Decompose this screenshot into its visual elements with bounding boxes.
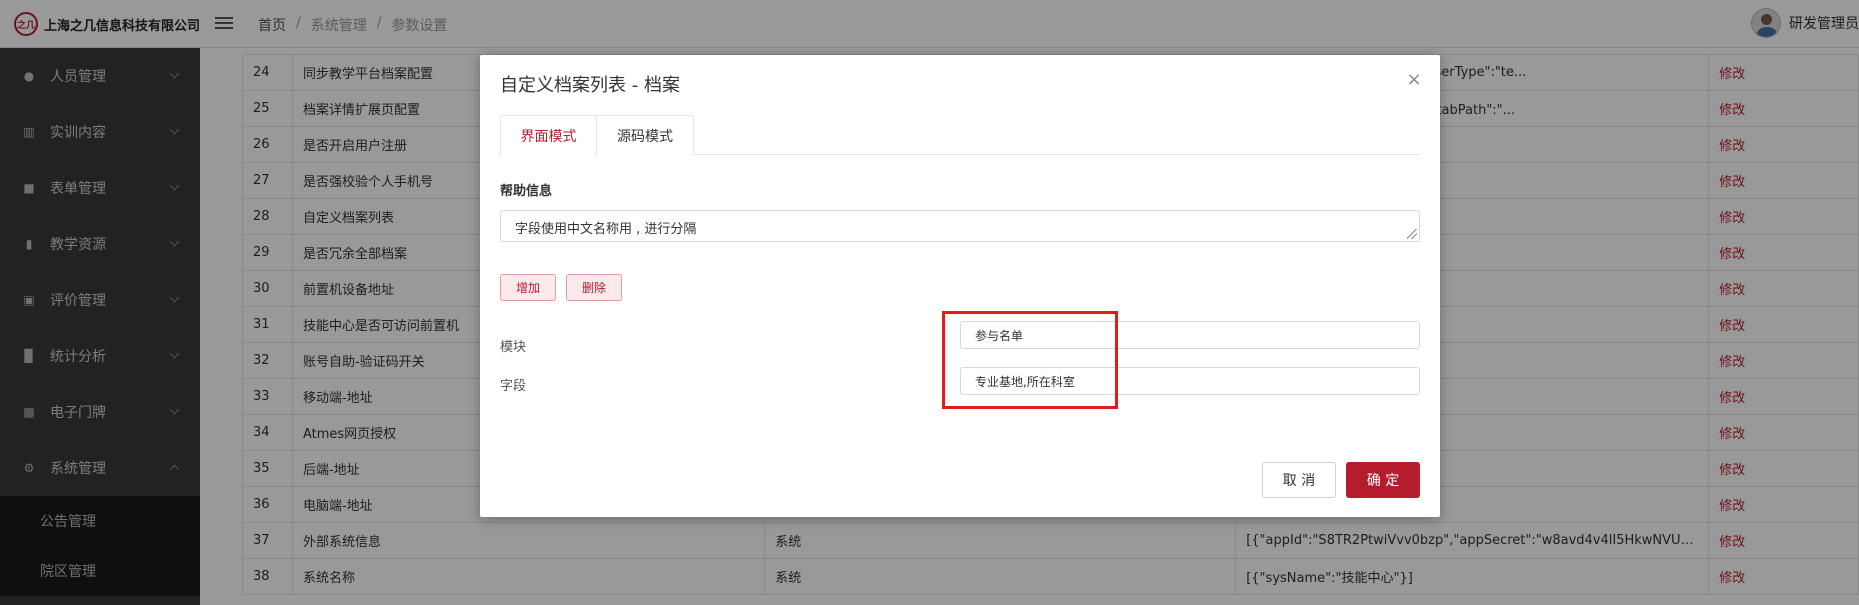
custom-archive-dialog: 自定义档案列表 - 档案 × 界面模式 源码模式 帮助信息 字段使用中文名称用 … [480,55,1440,517]
help-label: 帮助信息 [500,184,553,199]
tab-source-mode[interactable]: 源码模式 [597,115,694,155]
cancel-button[interactable]: 取 消 [1262,462,1336,498]
help-text: 字段使用中文名称用 , 进行分隔 [515,222,697,237]
mode-tabs: 界面模式 源码模式 [500,115,1420,156]
delete-button[interactable]: 删除 [566,274,622,301]
add-button[interactable]: 增加 [500,274,556,301]
dialog-title: 自定义档案列表 - 档案 [500,75,680,96]
field-label: 字段 [500,379,527,394]
resize-handle-icon[interactable] [1407,229,1417,239]
module-label: 模块 [500,340,527,355]
highlight-box [942,311,1118,409]
confirm-button[interactable]: 确 定 [1346,462,1420,498]
tab-ui-mode[interactable]: 界面模式 [500,115,597,156]
help-textarea[interactable]: 字段使用中文名称用 , 进行分隔 [500,210,1420,242]
close-icon[interactable]: × [1406,71,1422,89]
